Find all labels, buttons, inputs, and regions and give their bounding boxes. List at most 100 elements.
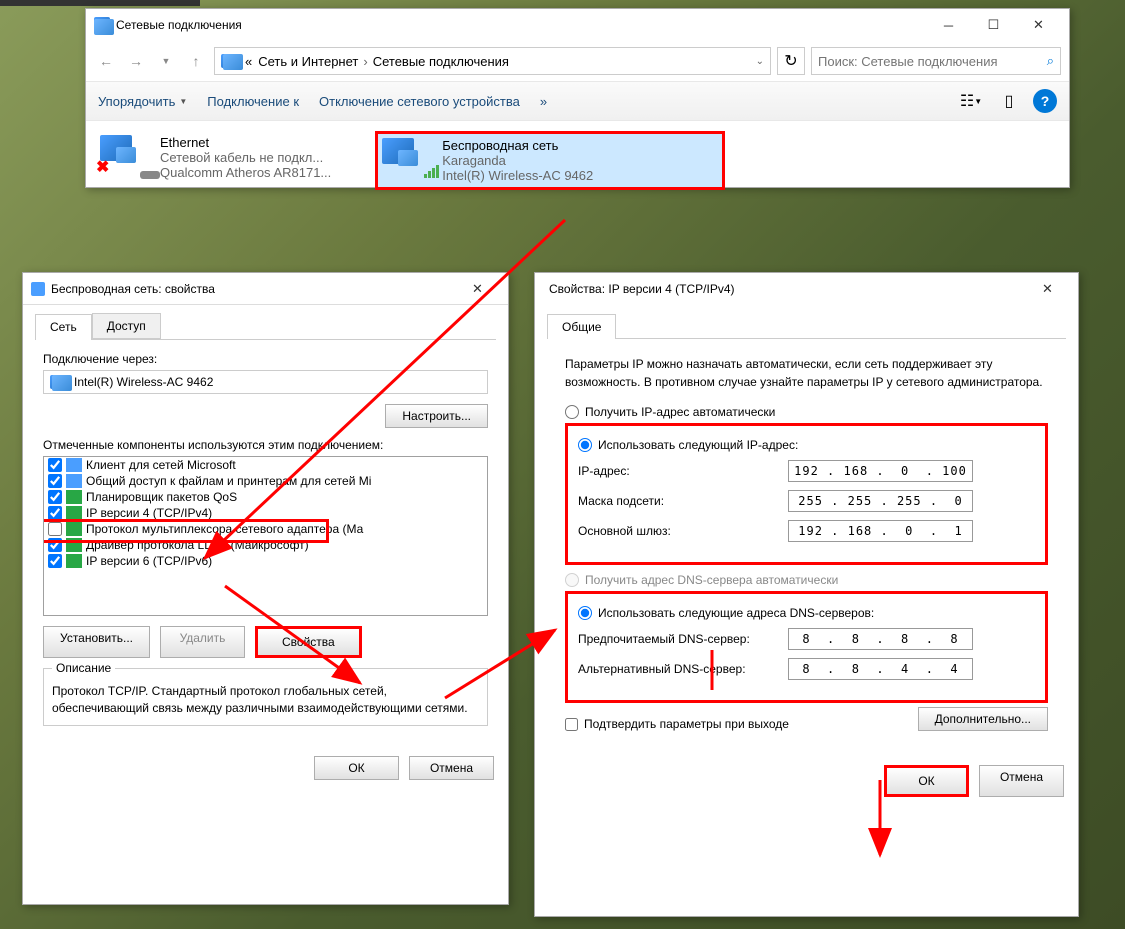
adapter-display: Intel(R) Wireless-AC 9462 <box>43 370 488 394</box>
gateway-input[interactable] <box>788 520 973 542</box>
dns2-label: Альтернативный DNS-сервер: <box>578 662 788 676</box>
install-button[interactable]: Установить... <box>43 626 150 658</box>
cancel-button[interactable]: Отмена <box>409 756 494 780</box>
lldp-icon <box>66 538 82 552</box>
window-title: Сетевые подключения <box>110 18 926 32</box>
conn-adapter: Qualcomm Atheros AR8171... <box>160 165 331 180</box>
advanced-button[interactable]: Дополнительно... <box>918 707 1048 731</box>
help-button[interactable]: ? <box>1033 89 1057 113</box>
path-icon <box>221 54 239 68</box>
mask-input[interactable] <box>788 490 973 512</box>
toolbar: Упорядочить▼ Подключение к Отключение се… <box>86 81 1069 121</box>
tab-access[interactable]: Доступ <box>92 313 161 339</box>
recent-button[interactable]: ▼ <box>154 49 178 73</box>
components-listbox[interactable]: Клиент для сетей Microsoft Общий доступ … <box>43 456 488 616</box>
breadcrumb-2[interactable]: Сетевые подключения <box>373 54 509 69</box>
view-options-button[interactable]: ☷▼ <box>957 89 985 113</box>
dropdown-icon[interactable]: ⌄ <box>756 56 764 67</box>
taskbar-fragment <box>0 0 200 6</box>
list-item: Драйвер протокола LLDP (Майкрософт) <box>44 537 487 553</box>
list-item: Общий доступ к файлам и принтерам для се… <box>44 473 487 489</box>
mux-icon <box>66 522 82 536</box>
conn-name: Беспроводная сеть <box>442 138 593 153</box>
ip-label: IP-адрес: <box>578 464 788 478</box>
disable-device-button[interactable]: Отключение сетевого устройства <box>319 94 520 109</box>
list-item: IP версии 6 (TCP/IPv6) <box>44 553 487 569</box>
radio-use-dns[interactable]: Использовать следующие адреса DNS-сервер… <box>578 606 1035 620</box>
minimize-button[interactable]: ─ <box>926 11 971 39</box>
components-label: Отмеченные компоненты используются этим … <box>43 438 488 452</box>
forward-button[interactable]: → <box>124 49 148 73</box>
ipv4-icon <box>66 506 82 520</box>
conn-name: Ethernet <box>160 135 331 150</box>
breadcrumb-1[interactable]: Сеть и Интернет <box>258 54 358 69</box>
up-button[interactable]: ↑ <box>184 49 208 73</box>
dns2-input[interactable] <box>788 658 973 680</box>
more-commands[interactable]: » <box>540 94 547 109</box>
ipv6-icon <box>66 554 82 568</box>
share-icon <box>66 474 82 488</box>
dialog-title: Свойства: IP версии 4 (TCP/IPv4) <box>543 282 1025 296</box>
list-item: Клиент для сетей Microsoft <box>44 457 487 473</box>
conn-network: Karaganda <box>442 153 593 168</box>
search-box[interactable]: ⌕ <box>811 47 1061 75</box>
network-icon <box>94 17 110 33</box>
gateway-label: Основной шлюз: <box>578 524 788 538</box>
maximize-button[interactable]: ☐ <box>971 11 1016 39</box>
description-title: Описание <box>52 661 115 675</box>
description-text: Протокол TCP/IP. Стандартный протокол гл… <box>52 683 479 717</box>
list-item: Протокол мультиплексора сетевого адаптер… <box>44 521 487 537</box>
dns1-label: Предпочитаемый DNS-сервер: <box>578 632 788 646</box>
search-icon[interactable]: ⌕ <box>1047 53 1054 69</box>
uninstall-button: Удалить <box>160 626 245 658</box>
close-button[interactable]: ✕ <box>1016 11 1061 39</box>
breadcrumb-prefix: « <box>245 54 252 69</box>
signal-icon <box>424 162 440 178</box>
adapter-name: Intel(R) Wireless-AC 9462 <box>74 375 213 389</box>
dns1-input[interactable] <box>788 628 973 650</box>
tab-general[interactable]: Общие <box>547 314 616 339</box>
close-button[interactable]: ✕ <box>455 275 500 303</box>
disconnected-icon: ✖ <box>96 157 109 177</box>
network-connections-window: Сетевые подключения ─ ☐ ✕ ← → ▼ ↑ « Сеть… <box>85 8 1070 188</box>
ip-input[interactable] <box>788 460 973 482</box>
radio-use-ip[interactable]: Использовать следующий IP-адрес: <box>578 438 1035 452</box>
dialog-title: Беспроводная сеть: свойства <box>45 282 455 296</box>
ok-button[interactable]: ОК <box>884 765 969 797</box>
list-item-ipv4: IP версии 4 (TCP/IPv4) <box>44 505 487 521</box>
configure-button[interactable]: Настроить... <box>385 404 488 428</box>
static-dns-group: Использовать следующие адреса DNS-сервер… <box>565 591 1048 703</box>
connect-button[interactable]: Подключение к <box>207 94 299 109</box>
titlebar[interactable]: Сетевые подключения ─ ☐ ✕ <box>86 9 1069 41</box>
tab-network[interactable]: Сеть <box>35 314 92 340</box>
organize-button[interactable]: Упорядочить▼ <box>98 94 187 109</box>
client-icon <box>66 458 82 472</box>
ok-button[interactable]: ОК <box>314 756 399 780</box>
refresh-button[interactable]: ↻ <box>777 47 805 75</box>
mask-label: Маска подсети: <box>578 494 788 508</box>
connection-ethernet[interactable]: ✖ Ethernet Сетевой кабель не подкл... Qu… <box>96 131 335 190</box>
address-bar[interactable]: « Сеть и Интернет › Сетевые подключения … <box>214 47 771 75</box>
properties-button[interactable]: Свойства <box>255 626 362 658</box>
intro-text: Параметры IP можно назначать автоматичес… <box>565 355 1048 391</box>
connect-via-label: Подключение через: <box>43 352 488 366</box>
cancel-button[interactable]: Отмена <box>979 765 1064 797</box>
conn-adapter: Intel(R) Wireless-AC 9462 <box>442 168 593 183</box>
chevron-icon: › <box>363 54 367 69</box>
network-adapter-icon <box>31 282 45 296</box>
list-item: Планировщик пакетов QoS <box>44 489 487 505</box>
ipv4-properties-dialog: Свойства: IP версии 4 (TCP/IPv4) ✕ Общие… <box>534 272 1079 917</box>
connection-wifi[interactable]: Беспроводная сеть Karaganda Intel(R) Wir… <box>375 131 725 190</box>
titlebar[interactable]: Беспроводная сеть: свойства ✕ <box>23 273 508 305</box>
qos-icon <box>66 490 82 504</box>
static-ip-group: Использовать следующий IP-адрес: IP-адре… <box>565 423 1048 565</box>
search-input[interactable] <box>818 54 1047 69</box>
titlebar[interactable]: Свойства: IP версии 4 (TCP/IPv4) ✕ <box>535 273 1078 305</box>
close-button[interactable]: ✕ <box>1025 275 1070 303</box>
adapter-icon <box>50 375 68 389</box>
radio-auto-dns: Получить адрес DNS-сервера автоматически <box>565 573 1048 587</box>
radio-auto-ip[interactable]: Получить IP-адрес автоматически <box>565 405 1048 419</box>
wireless-properties-dialog: Беспроводная сеть: свойства ✕ Сеть Досту… <box>22 272 509 905</box>
back-button[interactable]: ← <box>94 49 118 73</box>
preview-pane-button[interactable]: ▯ <box>995 89 1023 113</box>
